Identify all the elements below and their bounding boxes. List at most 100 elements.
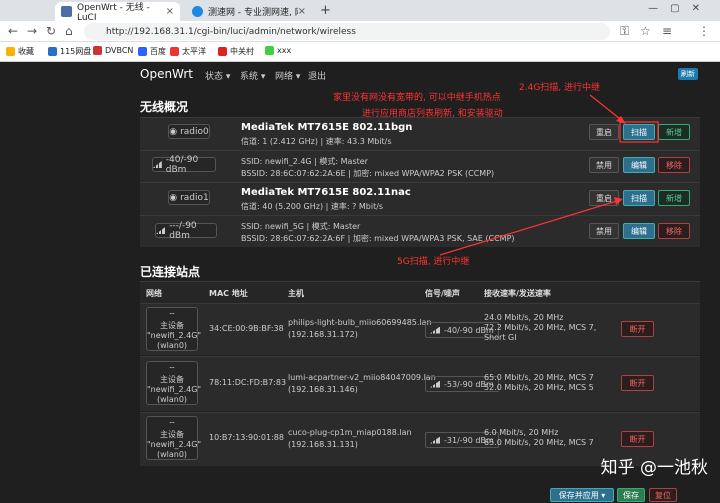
col-signal: 信号/噪声 xyxy=(425,289,460,298)
menu-logout[interactable]: 退出 xyxy=(308,69,326,82)
reset-button[interactable]: 复位 xyxy=(649,488,677,502)
close-tab-icon[interactable]: × xyxy=(298,6,306,17)
col-network: 网络 xyxy=(146,289,162,298)
cloud-icon xyxy=(48,47,57,56)
annotation-hotspot: 家里没有网没有宽带的, 可以中继手机热点 xyxy=(333,93,501,103)
station-interface-badge: ⌔ 主设备 "newifi_2.4G" (wlan0) xyxy=(146,361,201,405)
tab-speedtest[interactable]: 测速网 - 专业测网速, 网速测 × xyxy=(186,2,312,21)
window-controls: —▢✕ xyxy=(648,3,712,14)
openwrt-favicon-icon xyxy=(61,6,72,17)
bookmarks-bar: 收藏 115网盘 DVBCN 百度 太平洋 中关村 xxx xyxy=(0,42,720,62)
bookmark-item[interactable]: 百度 xyxy=(138,46,166,57)
disconnect-button[interactable]: 断开 xyxy=(621,375,654,391)
luci-header: OpenWrt 状态 ▾ 系统 ▾ 网络 ▾ 退出 刷新 xyxy=(130,62,700,86)
radio1-edit-button[interactable]: 编辑 xyxy=(623,223,655,239)
radio1-restart-button[interactable]: 重启 xyxy=(589,190,619,206)
tab-openwrt[interactable]: OpenWrt - 无线 - LuCI × xyxy=(55,2,180,23)
radio0-restart-button[interactable]: 重启 xyxy=(589,124,619,140)
tab-label: 测速网 - 专业测网速, 网速测 xyxy=(208,8,298,18)
wifi-icon: ⌔ xyxy=(168,365,176,374)
disconnect-button[interactable]: 断开 xyxy=(621,431,654,447)
stations-title: 已连接站点 xyxy=(140,265,201,279)
home-icon[interactable]: ⌂ xyxy=(65,24,73,38)
radio1-bssid-line: BSSID: 28:6C:07:62:2A:6F | 加密: mixed WPA… xyxy=(241,234,515,243)
overview-title: 无线概况 xyxy=(140,100,189,114)
back-icon[interactable]: ← xyxy=(8,24,18,38)
menu-icon[interactable]: ⋮ xyxy=(698,24,710,38)
radio-icon: ◉ xyxy=(169,192,178,203)
station-ip: (192.168.31.146) xyxy=(288,385,358,394)
close-tab-icon[interactable]: × xyxy=(166,6,174,17)
station-rate: 24.0 Mbit/s, 20 MHz 72.2 Mbit/s, 20 MHz, … xyxy=(484,313,597,342)
signal-icon xyxy=(430,380,440,388)
radio0-add-button[interactable]: 新增 xyxy=(658,124,690,140)
zol-icon xyxy=(218,47,227,56)
radio-icon: ◉ xyxy=(169,126,178,137)
pconline-icon xyxy=(170,47,179,56)
radio0-disable-button[interactable]: 禁用 xyxy=(589,157,619,173)
bookmark-item[interactable]: DVBCN xyxy=(93,46,133,55)
save-button[interactable]: 保存 xyxy=(617,488,645,502)
radio0-edit-button[interactable]: 编辑 xyxy=(623,157,655,173)
zhihu-watermark: 知乎 @一池秋 xyxy=(600,458,708,478)
station-interface-badge: ⌔ 主设备 "newifi_2.4G" (wlan0) xyxy=(146,416,201,460)
radio1-name: MediaTek MT7615E 802.11nac xyxy=(241,187,411,198)
tab-label: OpenWrt - 无线 - LuCI xyxy=(77,3,150,23)
url-text: http://192.168.31.1/cgi-bin/luci/admin/n… xyxy=(106,26,356,37)
refresh-badge[interactable]: 刷新 xyxy=(678,68,698,80)
globe-icon xyxy=(265,46,274,55)
radio1-remove-button[interactable]: 移除 xyxy=(658,223,690,239)
station-rate: 6.0 Mbit/s, 20 MHz 65.0 Mbit/s, 20 MHz, M… xyxy=(484,428,594,447)
key-icon[interactable]: ⚿ xyxy=(620,24,629,39)
reload-icon[interactable]: ↻ xyxy=(46,24,56,38)
bookmark-item[interactable]: 太平洋 xyxy=(170,46,206,57)
radio0-bssid-line: BSSID: 28:6C:07:62:2A:6E | 加密: mixed WPA… xyxy=(241,169,495,178)
radio1-ssid-line: SSID: newifi_5G | 模式: Master xyxy=(241,222,361,231)
radio0-info: 信道: 1 (2.412 GHz) | 速率: 43.3 Mbit/s xyxy=(241,137,392,146)
station-rate: 65.0 Mbit/s, 20 MHz, MCS 7 52.0 Mbit/s, 2… xyxy=(484,373,594,392)
url-input[interactable]: http://192.168.31.1/cgi-bin/luci/admin/n… xyxy=(84,23,610,40)
menu-system[interactable]: 系统 ▾ xyxy=(240,69,265,82)
radio0-remove-button[interactable]: 移除 xyxy=(658,157,690,173)
star-icon xyxy=(6,47,15,56)
station-ip: (192.168.31.172) xyxy=(288,330,358,339)
radio0-signal-badge: -40/-90 dBm xyxy=(152,155,216,175)
radio0-badge: ◉ radio0 xyxy=(168,124,210,139)
star-icon[interactable]: ☆ xyxy=(640,24,651,38)
col-host: 主机 xyxy=(288,289,304,298)
dvbcn-icon xyxy=(93,46,102,55)
forward-icon[interactable]: → xyxy=(27,24,37,38)
menu-network[interactable]: 网络 ▾ xyxy=(275,69,300,82)
radio1-signal-badge: ---/-90 dBm xyxy=(155,221,217,241)
bookmark-item[interactable]: 中关村 xyxy=(218,46,254,57)
radio1-disable-button[interactable]: 禁用 xyxy=(589,223,619,239)
save-apply-button[interactable]: 保存并应用 ▾ xyxy=(550,488,614,502)
station-mac: 34:CE:00:9B:BF:38 xyxy=(209,324,284,333)
browser-tab-bar: OpenWrt - 无线 - LuCI × 测速网 - 专业测网速, 网速测 ×… xyxy=(0,0,720,23)
wifi-icon: ⌔ xyxy=(168,420,176,429)
station-host: cuco-plug-cp1m_miap0188.lan xyxy=(288,428,412,437)
radio0-ssid-line: SSID: newifi_2.4G | 模式: Master xyxy=(241,157,368,166)
radio1-info: 信道: 40 (5.200 GHz) | 速率: ? Mbit/s xyxy=(241,202,384,211)
bookmark-item[interactable]: 收藏 xyxy=(6,46,34,57)
new-tab-button[interactable]: + xyxy=(320,3,331,18)
col-rate: 接收速率/发送速率 xyxy=(484,289,551,298)
station-ip: (192.168.31.131) xyxy=(288,440,358,449)
annotation-24g-scan: 2.4G扫描, 进行中继 xyxy=(519,83,601,93)
radio1-scan-button[interactable]: 扫描 xyxy=(623,190,655,206)
radio0-name: MediaTek MT7615E 802.11bgn xyxy=(241,122,413,133)
speedtest-favicon-icon xyxy=(192,6,203,17)
disconnect-button[interactable]: 断开 xyxy=(621,321,654,337)
openwrt-logo[interactable]: OpenWrt xyxy=(140,67,193,81)
radio1-add-button[interactable]: 新增 xyxy=(658,190,690,206)
wifi-icon: ⌔ xyxy=(168,311,176,320)
menu-status[interactable]: 状态 ▾ xyxy=(205,69,230,82)
extension-icon[interactable]: ≡ xyxy=(662,24,672,38)
radio0-scan-button[interactable]: 扫描 xyxy=(623,124,655,140)
station-interface-badge: ⌔ 主设备 "newifi_2.4G" (wlan0) xyxy=(146,307,201,351)
bookmark-item[interactable]: 115网盘 xyxy=(48,46,91,57)
bookmark-item[interactable]: xxx xyxy=(265,46,291,55)
annotation-refresh: 进行应用商店列表刷新, 和安装驱动 xyxy=(362,109,503,119)
station-mac: 10:B7:13:90:01:88 xyxy=(209,433,284,442)
address-bar-row: ← → ↻ ⌂ http://192.168.31.1/cgi-bin/luci… xyxy=(0,21,720,42)
